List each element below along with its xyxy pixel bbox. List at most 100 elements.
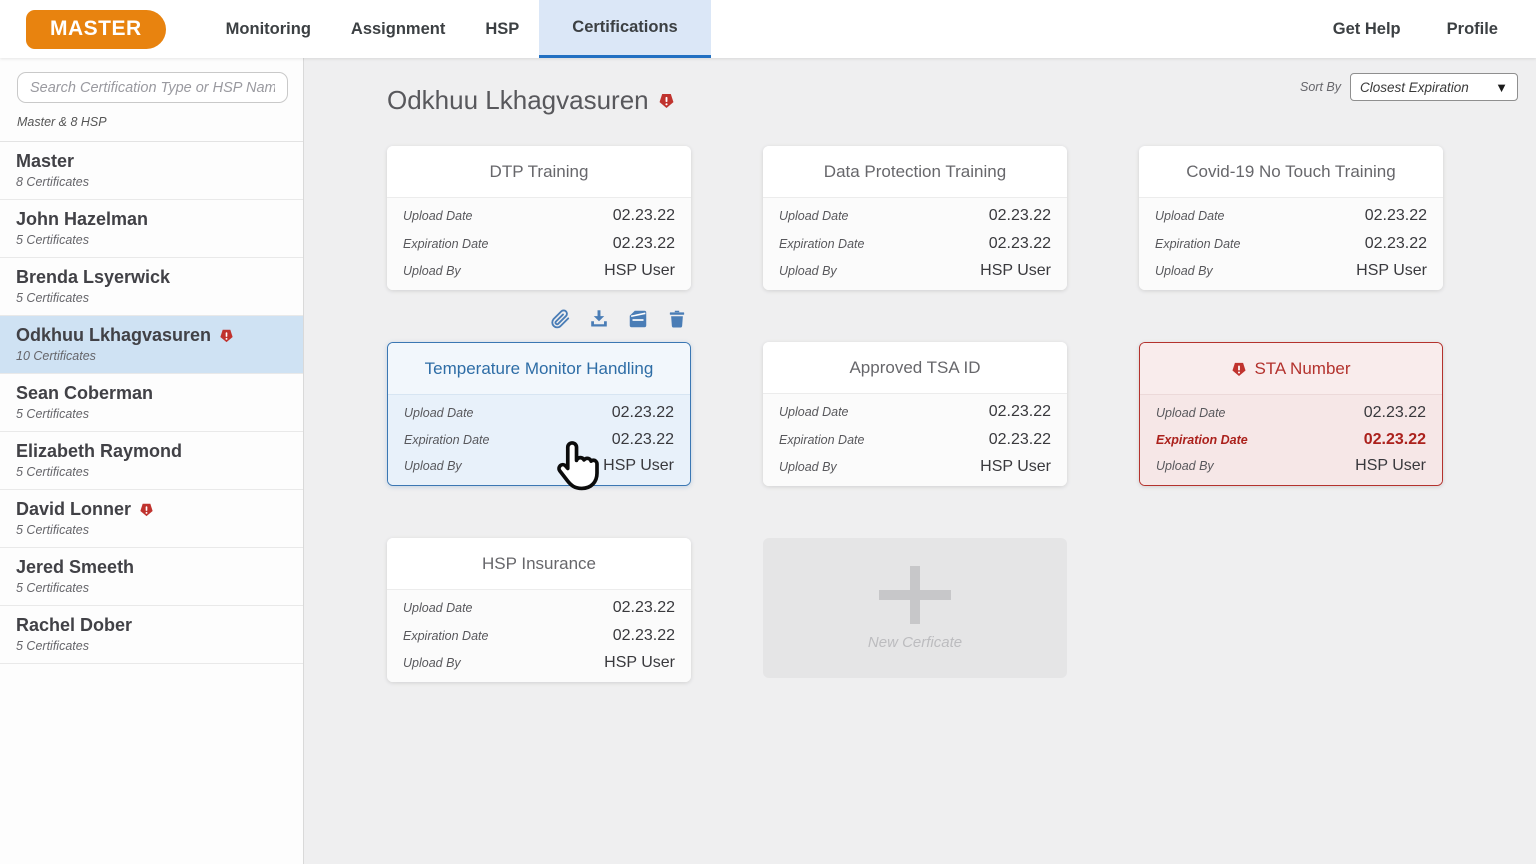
card-title: HSP Insurance xyxy=(482,554,596,574)
nav-tab-monitoring[interactable]: Monitoring xyxy=(206,0,331,58)
upload-date-value: 02.23.22 xyxy=(989,207,1051,225)
sidebar-item-master[interactable]: Master 8 Certificates xyxy=(0,142,303,200)
sidebar-item-odkhuu-lkhagvasuren[interactable]: Odkhuu Lkhagvasuren 10 Certificates xyxy=(0,316,303,374)
alert-icon xyxy=(1231,361,1247,377)
get-help-link[interactable]: Get Help xyxy=(1333,20,1401,39)
expiration-date-label: Expiration Date xyxy=(1155,237,1240,251)
sidebar-item-name: Master xyxy=(16,151,74,172)
expiration-date-value: 02.23.22 xyxy=(989,431,1051,449)
sidebar-item-name: Brenda Lsyerwick xyxy=(16,267,170,288)
sidebar-summary: Master & 8 HSP xyxy=(0,103,303,142)
upload-date-value: 02.23.22 xyxy=(989,403,1051,421)
certificate-card-approved-tsa-id[interactable]: Approved TSA ID Upload Date02.23.22 Expi… xyxy=(763,342,1067,486)
upload-date-label: Upload Date xyxy=(1156,406,1226,420)
top-navigation: MASTER Monitoring Assignment HSP Certifi… xyxy=(0,0,1536,58)
certificate-card-sta-number[interactable]: STA Number Upload Date 02.23.22 Expiratio… xyxy=(1139,342,1443,486)
upload-by-label: Upload By xyxy=(1155,264,1213,278)
upload-date-label: Upload Date xyxy=(779,209,849,223)
sidebar-item-jered-smeeth[interactable]: Jered Smeeth 5 Certificates xyxy=(0,548,303,606)
app-logo: MASTER xyxy=(26,10,166,49)
expiration-date-value: 02.23.22 xyxy=(1364,431,1426,449)
sidebar-item-brenda-lsyerwick[interactable]: Brenda Lsyerwick 5 Certificates xyxy=(0,258,303,316)
expiration-date-value: 02.23.22 xyxy=(1365,235,1427,253)
download-icon[interactable] xyxy=(588,308,610,330)
sort-dropdown-value: Closest Expiration xyxy=(1360,80,1495,95)
expiration-date-label: Expiration Date xyxy=(404,433,489,447)
upload-by-value: HSP User xyxy=(980,458,1051,476)
main-content: Odkhuu Lkhagvasuren Sort By Closest Expi… xyxy=(305,58,1536,864)
upload-by-label: Upload By xyxy=(779,460,837,474)
upload-by-label: Upload By xyxy=(403,264,461,278)
upload-date-value: 02.23.22 xyxy=(1365,207,1427,225)
certificate-card-temperature-monitor-handling[interactable]: Temperature Monitor Handling Upload Date… xyxy=(387,342,691,486)
new-certificate-label: New Cerficate xyxy=(868,634,962,651)
card-title: DTP Training xyxy=(490,162,589,182)
sidebar-item-john-hazelman[interactable]: John Hazelman 5 Certificates xyxy=(0,200,303,258)
sidebar-item-count: 5 Certificates xyxy=(16,465,287,479)
hsp-sidebar: Master & 8 HSP Master 8 Certificates Joh… xyxy=(0,58,304,864)
upload-date-label: Upload Date xyxy=(1155,209,1225,223)
expiration-date-label: Expiration Date xyxy=(779,237,864,251)
nav-tab-assignment[interactable]: Assignment xyxy=(331,0,465,58)
upload-date-value: 02.23.22 xyxy=(612,404,674,422)
nav-tabs: Monitoring Assignment HSP Certifications xyxy=(206,0,711,58)
sidebar-item-count: 5 Certificates xyxy=(16,291,287,305)
sort-dropdown[interactable]: Closest Expiration ▼ xyxy=(1350,73,1518,101)
attach-icon[interactable] xyxy=(549,308,571,330)
sidebar-item-elizabeth-raymond[interactable]: Elizabeth Raymond 5 Certificates xyxy=(0,432,303,490)
card-title: Temperature Monitor Handling xyxy=(425,359,654,379)
alert-icon xyxy=(219,328,234,343)
sidebar-item-name: Jered Smeeth xyxy=(16,557,134,578)
sidebar-item-sean-coberman[interactable]: Sean Coberman 5 Certificates xyxy=(0,374,303,432)
sort-by-label: Sort By xyxy=(1300,80,1341,94)
card-title: STA Number xyxy=(1254,359,1350,379)
upload-by-value: HSP User xyxy=(980,262,1051,280)
certificate-card-covid19-no-touch-training[interactable]: Covid-19 No Touch Training Upload Date 02… xyxy=(1139,146,1443,290)
sidebar-item-name: David Lonner xyxy=(16,499,131,520)
page-title: Odkhuu Lkhagvasuren xyxy=(387,85,675,116)
sidebar-item-david-lonner[interactable]: David Lonner 5 Certificates xyxy=(0,490,303,548)
card-actions-toolbar xyxy=(549,308,691,330)
upload-by-value: HSP User xyxy=(604,654,675,672)
certificate-card-dtp-training[interactable]: DTP Training Upload Date02.23.22 Expirat… xyxy=(387,146,691,290)
sidebar-item-count: 8 Certificates xyxy=(16,175,287,189)
nav-right-group: Get Help Profile xyxy=(1333,0,1498,58)
upload-by-value: HSP User xyxy=(1356,262,1427,280)
sidebar-item-name: John Hazelman xyxy=(16,209,148,230)
chevron-down-icon: ▼ xyxy=(1495,80,1508,95)
expiration-date-label: Expiration Date xyxy=(1156,433,1248,447)
alert-icon xyxy=(658,92,675,109)
sidebar-item-count: 5 Certificates xyxy=(16,581,287,595)
document-icon[interactable] xyxy=(627,308,649,330)
expiration-date-label: Expiration Date xyxy=(403,629,488,643)
alert-icon xyxy=(139,502,154,517)
expiration-date-value: 02.23.22 xyxy=(989,235,1051,253)
plus-icon xyxy=(886,566,944,624)
upload-date-label: Upload Date xyxy=(403,209,473,223)
sidebar-item-name: Odkhuu Lkhagvasuren xyxy=(16,325,211,346)
sidebar-item-count: 5 Certificates xyxy=(16,523,287,537)
sidebar-item-name: Sean Coberman xyxy=(16,383,153,404)
new-certificate-button[interactable]: New Cerficate xyxy=(763,538,1067,678)
card-title: Covid-19 No Touch Training xyxy=(1186,162,1395,182)
certificate-card-hsp-insurance[interactable]: HSP Insurance Upload Date02.23.22 Expira… xyxy=(387,538,691,682)
upload-by-label: Upload By xyxy=(779,264,837,278)
nav-tab-hsp[interactable]: HSP xyxy=(465,0,539,58)
trash-icon[interactable] xyxy=(666,308,688,330)
upload-by-value: HSP User xyxy=(604,262,675,280)
page-title-text: Odkhuu Lkhagvasuren xyxy=(387,85,649,116)
upload-by-label: Upload By xyxy=(404,459,462,473)
upload-date-value: 02.23.22 xyxy=(613,599,675,617)
nav-tab-certifications[interactable]: Certifications xyxy=(539,0,710,58)
sidebar-item-rachel-dober[interactable]: Rachel Dober 5 Certificates xyxy=(0,606,303,664)
search-input[interactable] xyxy=(17,72,288,103)
search-wrap xyxy=(0,58,303,103)
expiration-date-value: 02.23.22 xyxy=(613,627,675,645)
profile-link[interactable]: Profile xyxy=(1447,20,1498,39)
sidebar-item-count: 5 Certificates xyxy=(16,407,287,421)
upload-date-label: Upload Date xyxy=(404,406,474,420)
certificate-card-data-protection-training[interactable]: Data Protection Training Upload Date02.2… xyxy=(763,146,1067,290)
expiration-date-value: 02.23.22 xyxy=(613,235,675,253)
upload-by-value: HSP User xyxy=(1355,457,1426,475)
expiration-date-label: Expiration Date xyxy=(779,433,864,447)
